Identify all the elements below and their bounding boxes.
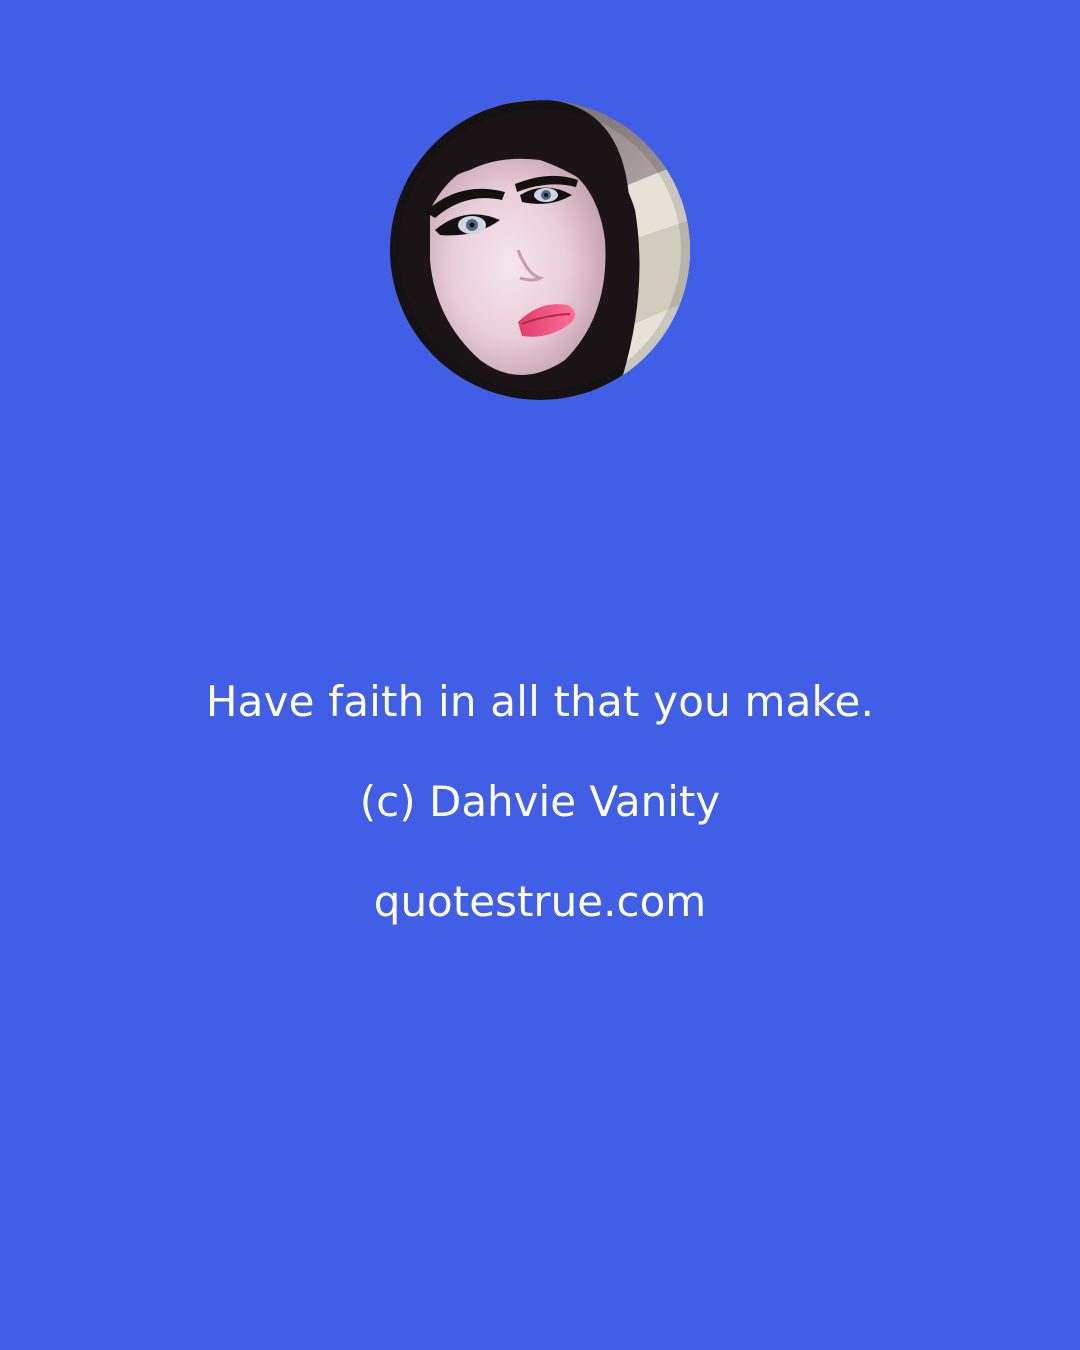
quote-text: Have faith in all that you make. xyxy=(205,677,875,726)
author-portrait xyxy=(390,100,690,400)
site-link[interactable]: quotestrue.com xyxy=(0,872,1080,932)
quote-author: (c) Dahvie Vanity xyxy=(359,777,721,826)
quote-card: Have faith in all that you make. (c) Dah… xyxy=(0,0,1080,1350)
